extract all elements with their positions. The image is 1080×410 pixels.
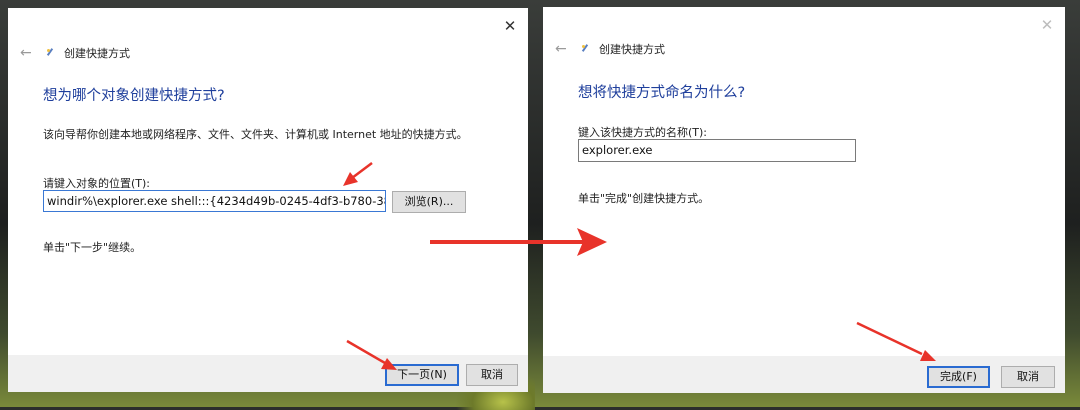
arrow-to-location-input — [343, 162, 373, 186]
arrow-between-dialogs — [430, 228, 607, 256]
arrow-to-next-button — [346, 339, 397, 370]
arrow-to-finish-button — [856, 321, 936, 361]
annotation-arrows — [343, 162, 936, 370]
